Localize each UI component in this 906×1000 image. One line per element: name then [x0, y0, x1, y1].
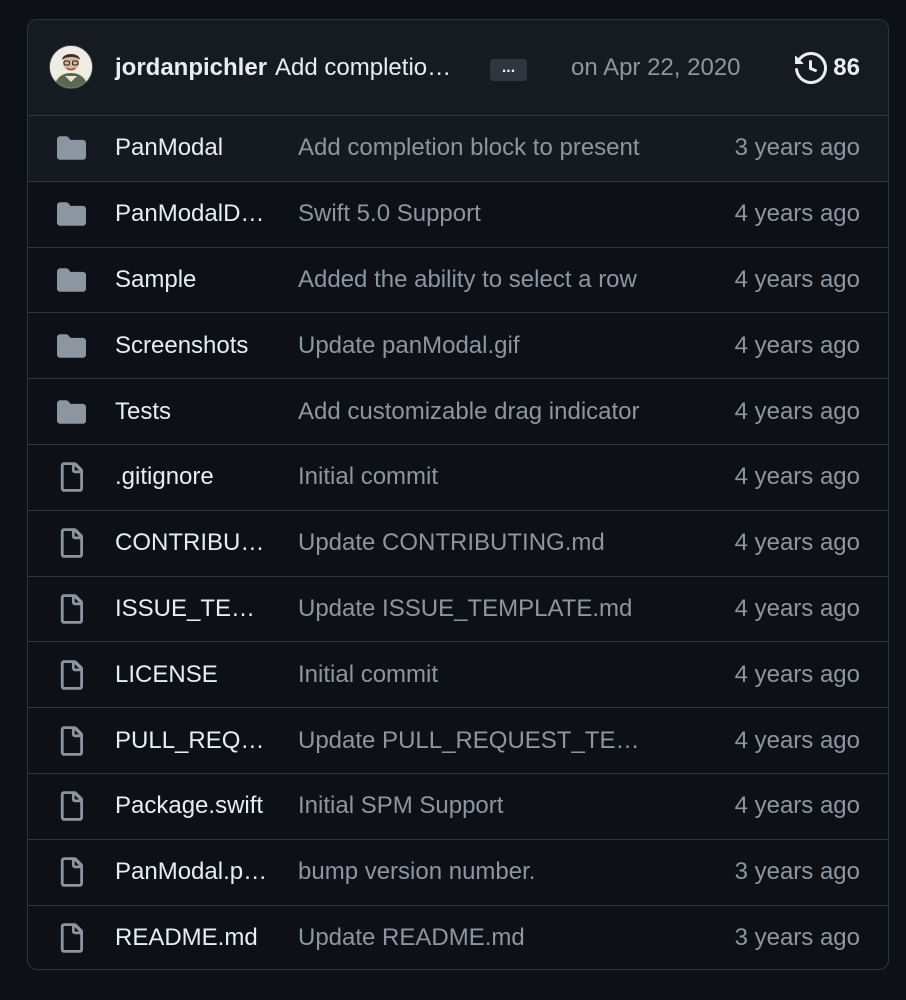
- file-row[interactable]: Package.swift Initial SPM Support 4 years …: [28, 774, 888, 840]
- file-row[interactable]: PanModal Add completion block to present 3…: [28, 116, 888, 182]
- file-row[interactable]: Tests Add customizable drag indicator 4 ye…: [28, 379, 888, 445]
- file-commit-age: 3 years ago: [734, 134, 860, 162]
- folder-icon: [56, 399, 86, 424]
- file-commit-age: 4 years ago: [734, 726, 860, 754]
- history-icon: [795, 51, 828, 84]
- folder-icon: [56, 268, 86, 292]
- file-icon: [56, 462, 86, 493]
- file-row[interactable]: Screenshots Update panModal.gif 4 years ag…: [28, 313, 888, 380]
- file-commit-age: 4 years ago: [734, 463, 860, 491]
- file-commit-message-link[interactable]: Update CONTRIBUTING.md: [298, 529, 650, 557]
- file-row[interactable]: CONTRIBUTING.md Update CONTRIBUTING.md 4 y…: [28, 511, 888, 577]
- file-commit-message-link[interactable]: Initial SPM Support: [298, 792, 650, 820]
- file-commit-message-link[interactable]: Update ISSUE_TEMPLATE.md: [298, 595, 650, 623]
- file-icon: [56, 594, 86, 624]
- file-name-link[interactable]: PanModal: [115, 134, 273, 162]
- file-name-link[interactable]: PULL_REQUEST_TEMPLATE.md: [115, 727, 273, 755]
- file-row[interactable]: ISSUE_TEMPLATE.md Update ISSUE_TEMPLATE.m…: [28, 577, 888, 643]
- file-icon: [56, 923, 86, 954]
- folder-icon: [56, 136, 86, 161]
- file-commit-age: 4 years ago: [734, 660, 860, 688]
- file-name-link[interactable]: Sample: [115, 266, 273, 294]
- file-row[interactable]: README.md Update README.md 3 years ago: [28, 906, 888, 969]
- commit-author-link[interactable]: jordanpichler: [115, 54, 267, 82]
- author-avatar[interactable]: [49, 45, 93, 89]
- folder-icon: [56, 202, 86, 226]
- file-commit-age: 4 years ago: [734, 529, 860, 557]
- commit-date[interactable]: on Apr 22, 2020: [571, 54, 740, 82]
- file-commit-message-link[interactable]: Update README.md: [298, 924, 650, 952]
- file-commit-age: 4 years ago: [734, 265, 860, 293]
- file-commit-message-link[interactable]: Add customizable drag indicator: [298, 398, 650, 426]
- file-commit-age: 4 years ago: [734, 397, 860, 425]
- file-commit-message-link[interactable]: Initial commit: [298, 463, 650, 491]
- file-commit-age: 4 years ago: [734, 331, 860, 359]
- file-commit-message-link[interactable]: Add completion block to present: [298, 134, 650, 162]
- file-row[interactable]: LICENSE Initial commit 4 years ago: [28, 642, 888, 709]
- file-commit-age: 3 years ago: [734, 924, 860, 952]
- folder-icon: [56, 334, 86, 358]
- file-name-link[interactable]: LICENSE: [115, 661, 273, 689]
- file-icon: [56, 857, 86, 887]
- file-icon: [56, 725, 86, 756]
- file-name-link[interactable]: .gitignore: [115, 463, 273, 491]
- file-list: PanModal Add completion block to present 3…: [28, 116, 888, 969]
- file-icon: [56, 528, 86, 558]
- file-browser: jordanpichler Add completion block to pr…: [27, 19, 889, 970]
- file-icon: [56, 791, 86, 822]
- file-row[interactable]: .gitignore Initial commit 4 years ago: [28, 445, 888, 511]
- commit-count: 86: [833, 53, 860, 81]
- file-name-link[interactable]: README.md: [115, 924, 273, 952]
- file-icon: [56, 659, 86, 690]
- commit-history-link[interactable]: 86: [795, 51, 860, 84]
- file-name-link[interactable]: PanModal.podspec: [115, 858, 273, 886]
- file-name-link[interactable]: ISSUE_TEMPLATE.md: [115, 595, 273, 623]
- file-row[interactable]: PULL_REQUEST_TEMPLATE.md Update PULL_REQU…: [28, 708, 888, 774]
- file-name-link[interactable]: Screenshots: [115, 332, 273, 360]
- commit-message-link[interactable]: Add completion block to present: [275, 54, 463, 82]
- file-commit-message-link[interactable]: Added the ability to select a row: [298, 266, 650, 294]
- file-name-link[interactable]: CONTRIBUTING.md: [115, 529, 273, 557]
- file-commit-message-link[interactable]: Update panModal.gif: [298, 332, 650, 360]
- file-name-link[interactable]: PanModalDemo: [115, 200, 273, 228]
- file-name-link[interactable]: Tests: [115, 398, 273, 426]
- file-commit-message-link[interactable]: bump version number.: [298, 858, 650, 886]
- file-row[interactable]: PanModalDemo Swift 5.0 Support 4 years ago: [28, 182, 888, 248]
- file-row[interactable]: PanModal.podspec bump version number. 3 ye…: [28, 840, 888, 906]
- file-commit-age: 3 years ago: [734, 858, 860, 886]
- file-commit-age: 4 years ago: [734, 594, 860, 622]
- expand-commit-message-button[interactable]: ...: [490, 58, 528, 81]
- file-commit-age: 4 years ago: [734, 792, 860, 820]
- file-row[interactable]: Sample Added the ability to select a row 4…: [28, 248, 888, 314]
- file-commit-message-link[interactable]: Swift 5.0 Support: [298, 200, 650, 228]
- latest-commit-bar: jordanpichler Add completion block to pr…: [28, 20, 888, 116]
- file-commit-message-link[interactable]: Update PULL_REQUEST_TEMPLATE.md: [298, 727, 650, 755]
- file-commit-message-link[interactable]: Initial commit: [298, 661, 650, 689]
- avatar-image: [50, 46, 92, 88]
- file-commit-age: 4 years ago: [734, 200, 860, 228]
- file-name-link[interactable]: Package.swift: [115, 792, 273, 820]
